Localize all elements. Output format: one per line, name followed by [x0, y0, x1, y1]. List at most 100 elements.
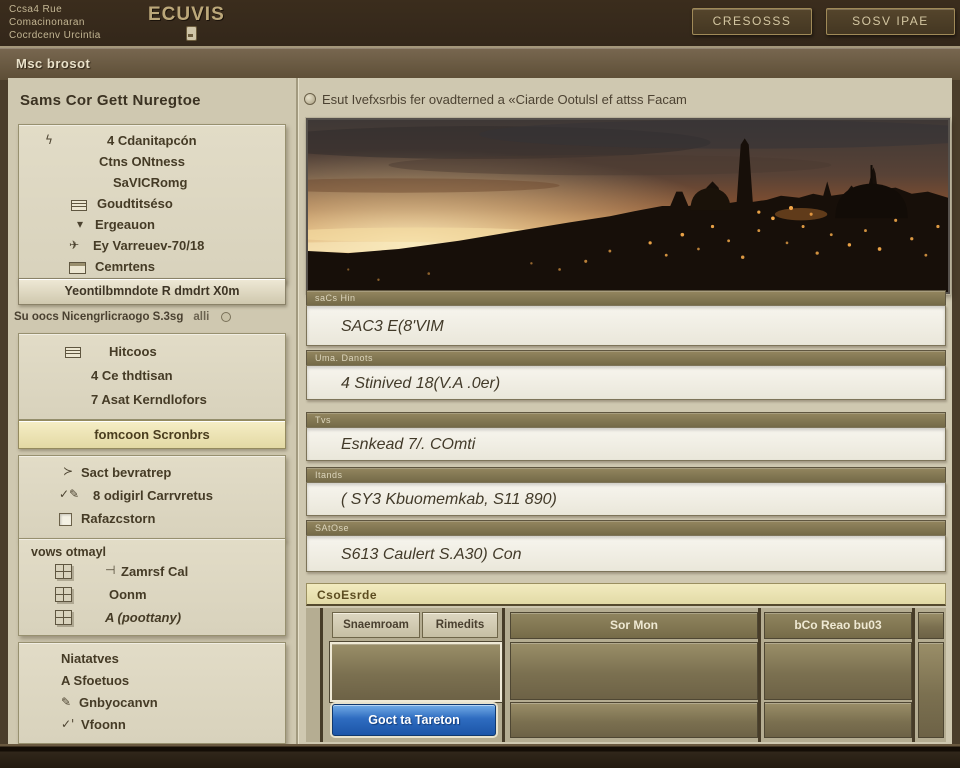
- sunset-skyline-graphic: [308, 120, 948, 292]
- field-value-4[interactable]: ( SY3 Kbuomemkab, S11 890): [306, 482, 946, 516]
- tree-item-label: 4 Cdanitapcón: [107, 133, 197, 148]
- scroll-box[interactable]: [918, 612, 944, 639]
- sidebar-section-label: Su oocs Nicengrlicraogo S.3sg alli: [14, 311, 231, 323]
- list-item[interactable]: ✓✎ 8 odigirl Carrvretus: [19, 485, 285, 508]
- chevron-right-icon: ≻: [63, 464, 73, 478]
- grid-icon: [55, 564, 72, 579]
- app-logo: ECUVIS: [148, 4, 225, 26]
- list-item[interactable]: 4 Ce thdtisan: [19, 364, 285, 388]
- list-item-label: Rafazcstorn: [81, 511, 155, 526]
- list-item[interactable]: ✓' Vfoonn: [19, 715, 285, 737]
- radio-icon[interactable]: [221, 312, 231, 322]
- cursor-icon: [186, 26, 197, 41]
- field-value-3[interactable]: Esnkead 7/. COmti: [306, 427, 946, 461]
- tab-2[interactable]: Rimedits: [422, 612, 498, 638]
- panel-box[interactable]: [510, 642, 758, 700]
- list-icon: [65, 347, 81, 358]
- titlebar-button-2[interactable]: SOSV IPAE: [826, 8, 955, 35]
- tree-item[interactable]: Ctns ONtness: [19, 152, 285, 173]
- sidebar-highlight-button[interactable]: fomcoon Scronbrs: [18, 420, 286, 449]
- tree-item-label: SaVICRomg: [113, 175, 187, 190]
- group-item[interactable]: Oonm: [19, 584, 285, 607]
- menu-bar: Msc brosot: [0, 46, 960, 80]
- info-icon: [304, 93, 316, 105]
- section-label-suffix: alli: [193, 311, 209, 323]
- sidebar-title: Sams Cor Gett Nuregtoe: [20, 92, 201, 109]
- list-item[interactable]: Niatatves: [19, 649, 285, 671]
- list-item-label: 7 Asat Kerndlofors: [91, 392, 207, 407]
- list-item[interactable]: ≻ Sact bevratrep: [19, 462, 285, 485]
- sidebar-group-panel: vows otmayl ⊣ Zamrsf Cal Oonm A (poottan…: [18, 538, 286, 636]
- sidebar-list-panel-3: ≻ Sact bevratrep ✓✎ 8 odigirl Carrvretus…: [18, 455, 286, 540]
- menu-line-2[interactable]: Comacinonaran: [9, 16, 101, 29]
- field-label-2: Uma. Danots: [306, 350, 946, 365]
- group-item-label: A (poottany): [105, 610, 181, 625]
- section-label-text: Su oocs Nicengrlicraogo S.3sg: [14, 311, 183, 323]
- tree-item[interactable]: Goudtitséso: [19, 194, 285, 215]
- preview-box[interactable]: [330, 642, 502, 702]
- sidebar-apply-button[interactable]: Yeontilbmndote R dmdrt X0m: [18, 278, 286, 305]
- list-item-label: Sact bevratrep: [81, 465, 171, 480]
- lightning-icon: ϟ: [45, 133, 53, 147]
- sidebar-divider: [296, 78, 298, 744]
- tree-item[interactable]: ϟ 4 Cdanitapcón: [19, 131, 285, 152]
- titlebar-button-1[interactable]: CRESOSSS: [692, 8, 812, 35]
- list-icon: [71, 200, 87, 211]
- tree-item-label: Ey Varreuev-70/18: [93, 238, 204, 253]
- list-item-label: Niatatves: [61, 651, 119, 666]
- column-divider: [320, 608, 323, 742]
- list-item-label: Gnbyocanvn: [79, 695, 158, 710]
- tree-item[interactable]: Cemrtens: [19, 257, 285, 278]
- chevron-down-icon: ▾: [77, 217, 83, 231]
- group-item[interactable]: A (poottany): [19, 607, 285, 630]
- primary-action-button[interactable]: Goct ta Tareton: [332, 704, 496, 736]
- column-divider: [912, 608, 915, 742]
- pen-icon: ✎: [61, 695, 71, 709]
- list-item-label: 8 odigirl Carrvretus: [93, 488, 213, 503]
- action-bar[interactable]: CsoEsrde: [306, 583, 946, 606]
- menu-line-3[interactable]: Cocrdcenv Urcintia: [9, 29, 101, 42]
- menu-bar-item[interactable]: Msc brosot: [16, 56, 90, 71]
- list-item[interactable]: Rafazcstorn: [19, 508, 285, 531]
- checkbox-icon[interactable]: [59, 513, 72, 526]
- column-header-2[interactable]: bCo Reao bu03: [764, 612, 912, 639]
- tree-item[interactable]: ▾ Ergeauon: [19, 215, 285, 236]
- tree-item-label: Ergeauon: [95, 217, 155, 232]
- scroll-box[interactable]: [918, 642, 944, 738]
- tree-item[interactable]: ✈ Ey Varreuev-70/18: [19, 236, 285, 257]
- panel-box[interactable]: [764, 642, 912, 700]
- field-label-4: Itands: [306, 467, 946, 482]
- tree-item-label: Cemrtens: [95, 259, 155, 274]
- panel-box[interactable]: [510, 702, 758, 738]
- column-header-1[interactable]: Sor Mon: [510, 612, 758, 639]
- column-divider: [502, 608, 505, 742]
- list-item[interactable]: 7 Asat Kerndlofors: [19, 388, 285, 412]
- field-value-5[interactable]: S613 Caulert S.A30) Con: [306, 535, 946, 572]
- group-header: vows otmayl: [19, 539, 285, 561]
- cityscape-image: [306, 118, 950, 294]
- group-item-label: Oonm: [109, 587, 147, 602]
- tree-item-label: Ctns ONtness: [99, 154, 185, 169]
- grid-icon: [55, 610, 72, 625]
- card-icon: [69, 262, 86, 274]
- list-item[interactable]: A Sfoetuos: [19, 671, 285, 693]
- tab-1[interactable]: Snaemroam: [332, 612, 420, 638]
- content-area: Sams Cor Gett Nuregtoe ϟ 4 Cdanitapcón C…: [8, 78, 952, 744]
- menu-line-1[interactable]: Ccsa4 Rue: [9, 3, 101, 16]
- list-item-label: Vfoonn: [81, 717, 126, 732]
- list-item[interactable]: ✎ Gnbyocanvn: [19, 693, 285, 715]
- application-window: Ccsa4 Rue Comacinonaran Cocrdcenv Urcint…: [0, 0, 960, 768]
- field-label-3: Tvs: [306, 412, 946, 427]
- group-item[interactable]: ⊣ Zamrsf Cal: [19, 561, 285, 584]
- panel-box[interactable]: [764, 702, 912, 738]
- field-value-1[interactable]: SAC3 E(8'VIM: [306, 305, 946, 346]
- sidebar-tree-panel: ϟ 4 Cdanitapcón Ctns ONtness SaVICRomg G…: [18, 124, 286, 283]
- tree-item[interactable]: SaVICRomg: [19, 173, 285, 194]
- column-divider: [758, 608, 761, 742]
- field-value-2[interactable]: 4 Stinived 18(V.A .0er): [306, 365, 946, 400]
- field-label-5: SAtOse: [306, 520, 946, 535]
- list-item[interactable]: Hitcoos: [19, 340, 285, 364]
- window-menu-text: Ccsa4 Rue Comacinonaran Cocrdcenv Urcint…: [9, 3, 101, 42]
- tree-item-label: Goudtitséso: [97, 196, 173, 211]
- group-item-label: Zamrsf Cal: [121, 564, 188, 579]
